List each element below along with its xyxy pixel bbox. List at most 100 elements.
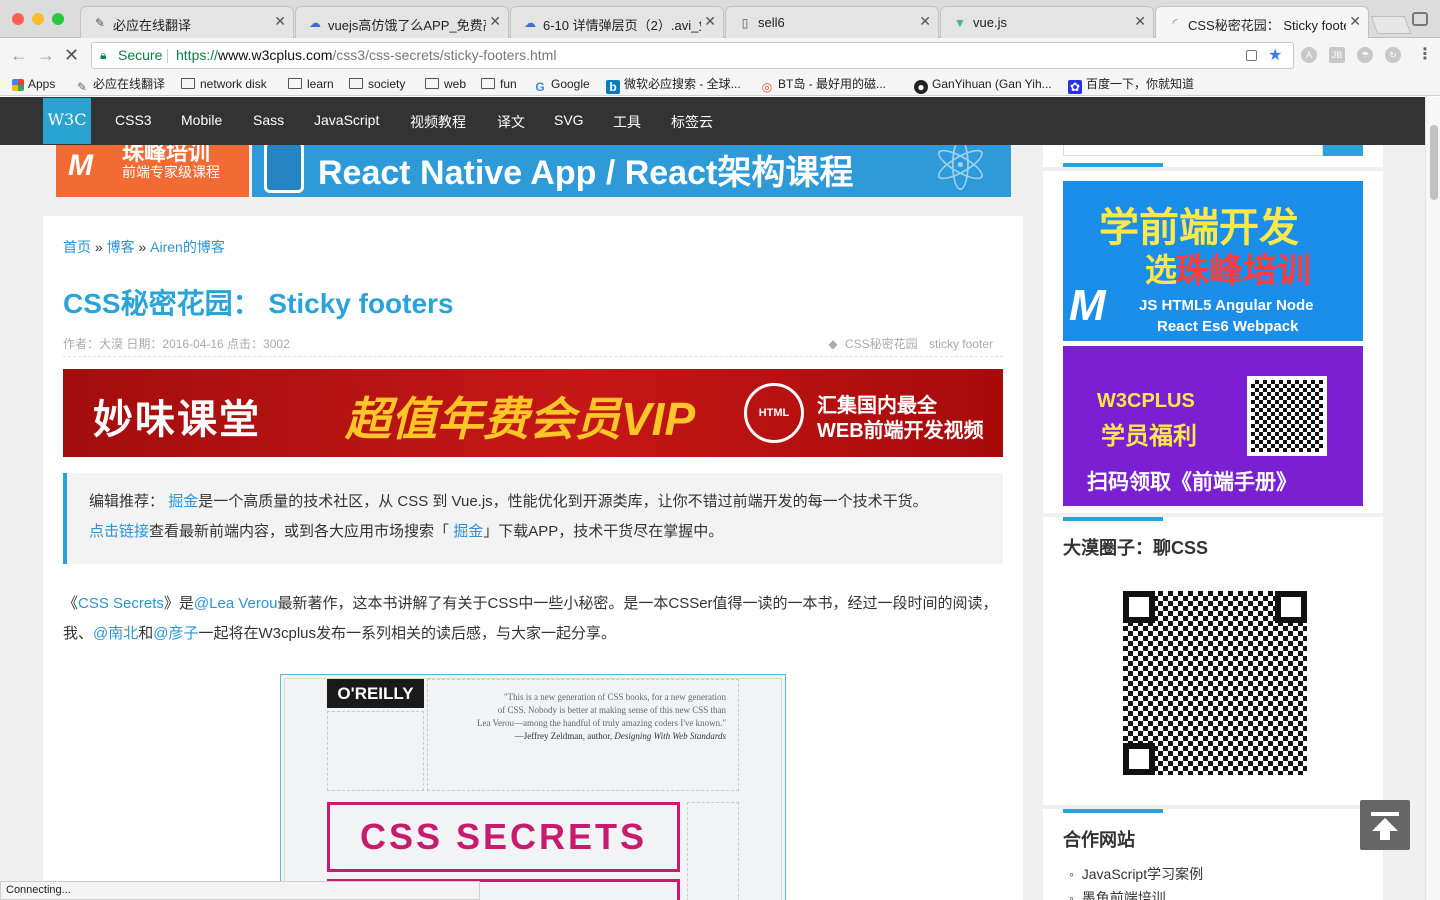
list-item[interactable]: ◦ 墨鱼前端培训	[1069, 888, 1166, 900]
bing-icon: b	[606, 80, 620, 94]
page-scrollbar[interactable]	[1425, 97, 1440, 900]
qr-code-icon	[1117, 585, 1313, 781]
baidu-pan-icon: ☁	[309, 16, 321, 30]
cover-title: CSS SECRETS	[327, 802, 680, 872]
status-bar: Connecting...	[0, 881, 480, 900]
browser-tab[interactable]: ☁ vuejs高仿饿了么APP_免费高 ✕	[295, 6, 509, 38]
extension-icon[interactable]: A	[1301, 47, 1317, 63]
section-accent	[1063, 809, 1163, 813]
bookmark-item[interactable]: ● GanYihuan (Gan Yih...	[914, 76, 1052, 94]
zoom-window-button[interactable]	[52, 13, 64, 25]
nav-video[interactable]: 视频教程	[410, 112, 466, 132]
browser-tab[interactable]: ✎ 必应在线翻译 ✕	[80, 6, 294, 38]
bookmark-star-icon[interactable]: ★	[1268, 43, 1282, 68]
nanbei-link[interactable]: @南北	[93, 625, 138, 642]
search-input[interactable]	[1063, 145, 1323, 156]
github-icon: ●	[914, 80, 928, 94]
browser-toolbar: ← → ✕ 🔒︎ Secure https://www.w3cplus.com/…	[0, 38, 1440, 72]
qr-code-icon	[1247, 376, 1327, 456]
nav-css3[interactable]: CSS3	[115, 112, 152, 128]
w3cplus-ad[interactable]: W3CPLUS 学员福利 扫码领取《前端手册》	[1063, 346, 1363, 506]
bookmark-folder[interactable]: network disk	[181, 76, 267, 92]
minimize-window-button[interactable]	[32, 13, 44, 25]
bookmark-item[interactable]: G Google	[533, 76, 589, 94]
breadcrumb-author-blog[interactable]: Airen的博客	[150, 239, 225, 255]
site-navbar: W3C CSS3 Mobile Sass JavaScript 视频教程 译文 …	[0, 97, 1425, 145]
yanzi-link[interactable]: @彦子	[153, 625, 198, 642]
juejin-link[interactable]: 掘金	[168, 493, 198, 510]
folder-icon	[181, 78, 195, 89]
folder-icon	[288, 78, 302, 89]
lea-verou-link[interactable]: @Lea Verou	[194, 595, 278, 612]
bookmark-item[interactable]: ◎ BT岛 - 最好用的磁...	[760, 76, 886, 94]
bookmark-apps[interactable]: Apps	[12, 76, 55, 92]
editor-recommendation: 编辑推荐： 掘金是一个高质量的技术社区，从 CSS 到 Vue.js，性能优化到…	[63, 473, 1003, 564]
book-cover-image: O'REILLY "This is a new generation of CS…	[280, 674, 786, 900]
juejin-link[interactable]: 掘金	[453, 523, 483, 540]
blocked-popup-icon[interactable]	[1246, 50, 1257, 61]
nav-mobile[interactable]: Mobile	[181, 112, 222, 128]
browser-tab[interactable]: ☁ 6-10 详情弹层页（2）.avi_免 ✕	[510, 6, 724, 38]
close-tab-icon[interactable]: ✕	[1349, 13, 1361, 30]
tag-link[interactable]: CSS秘密花园	[845, 337, 918, 351]
cover-grid-cell	[327, 711, 424, 791]
stop-loading-icon[interactable]: ✕	[64, 45, 79, 65]
close-tab-icon[interactable]: ✕	[704, 13, 716, 30]
browser-tab-active[interactable]: ◜ CSS秘密花园： Sticky footer ✕	[1155, 6, 1369, 39]
nav-tag-cloud[interactable]: 标签云	[671, 112, 713, 132]
react-course-banner[interactable]: M 珠峰培训 前端专家级课程 React Native App / React架…	[56, 145, 1011, 197]
profile-icon[interactable]	[1412, 12, 1428, 26]
menu-icon[interactable]: ⋮	[1417, 44, 1433, 64]
react-atom-icon: ⚛	[929, 145, 992, 197]
nav-tools[interactable]: 工具	[613, 112, 641, 132]
bookmark-folder[interactable]: learn	[288, 76, 334, 92]
forward-arrow-icon[interactable]: →	[37, 45, 55, 65]
click-link[interactable]: 点击链接	[89, 523, 149, 540]
back-arrow-icon[interactable]: ←	[10, 45, 28, 65]
close-tab-icon[interactable]: ✕	[274, 13, 286, 30]
new-tab-button[interactable]	[1370, 16, 1412, 34]
browser-tab[interactable]: ▯ sell6 ✕	[725, 6, 939, 38]
browser-tab[interactable]: ▼ vue.js ✕	[940, 6, 1154, 38]
nav-javascript[interactable]: JavaScript	[314, 112, 379, 128]
address-bar[interactable]: 🔒︎ Secure https://www.w3cplus.com/css3/c…	[91, 42, 1294, 69]
extension-icon[interactable]: ↻	[1385, 47, 1401, 63]
banner-brand-block: M 珠峰培训 前端专家级课程	[56, 145, 249, 197]
list-item[interactable]: ◦ JavaScript学习案例	[1069, 864, 1203, 884]
phone-icon	[264, 145, 304, 193]
search-button[interactable]	[1323, 145, 1363, 156]
jetbrains-extension-icon[interactable]: JB	[1329, 47, 1345, 63]
folder-icon	[349, 78, 363, 89]
bookmark-folder[interactable]: fun	[481, 76, 517, 92]
bookmark-folder[interactable]: web	[425, 76, 466, 92]
oreilly-logo: O'REILLY	[327, 679, 424, 708]
zhufeng-ad[interactable]: 学前端开发 选 珠峰培训 M JS HTML5 Angular Node Rea…	[1063, 181, 1363, 341]
nav-translations[interactable]: 译文	[497, 112, 525, 132]
section-accent	[1063, 163, 1163, 167]
bing-translator-icon: ✎	[76, 80, 88, 94]
bookmark-folder[interactable]: society	[349, 76, 405, 92]
close-tab-icon[interactable]: ✕	[1134, 13, 1146, 30]
vip-ad-banner[interactable]: 妙味课堂 超值年费会员VIP HTML 汇集国内最全 WEB前端开发视频	[63, 369, 1003, 457]
nav-sass[interactable]: Sass	[253, 112, 284, 128]
tag-link[interactable]: sticky footer	[929, 337, 993, 351]
site-logo[interactable]: W3C	[43, 98, 91, 144]
url-text: https://www.w3cplus.com/css3/css-secrets…	[176, 47, 557, 63]
breadcrumb-blog[interactable]: 博客	[107, 239, 135, 255]
close-window-button[interactable]	[12, 13, 24, 25]
bookmark-item[interactable]: ✎ 必应在线翻译	[75, 76, 165, 94]
css-secrets-link[interactable]: CSS Secrets	[78, 595, 164, 612]
breadcrumb-home[interactable]: 首页	[63, 239, 91, 255]
loading-icon: ◜	[1172, 16, 1178, 30]
bookmark-item[interactable]: b 微软必应搜索 - 全球...	[606, 76, 741, 94]
widget-title: 合作网站	[1063, 830, 1135, 850]
back-to-top-button[interactable]	[1360, 800, 1410, 850]
close-tab-icon[interactable]: ✕	[489, 13, 501, 30]
scrollbar-thumb[interactable]	[1430, 125, 1438, 200]
tag-icon: ◆	[828, 337, 838, 351]
bookmark-item[interactable]: ✿ 百度一下，你就知道	[1068, 76, 1194, 94]
nav-svg[interactable]: SVG	[554, 112, 584, 128]
extension-icon[interactable]: ☂	[1357, 47, 1373, 63]
baidu-pan-icon: ☁	[524, 16, 536, 30]
close-tab-icon[interactable]: ✕	[919, 13, 931, 30]
